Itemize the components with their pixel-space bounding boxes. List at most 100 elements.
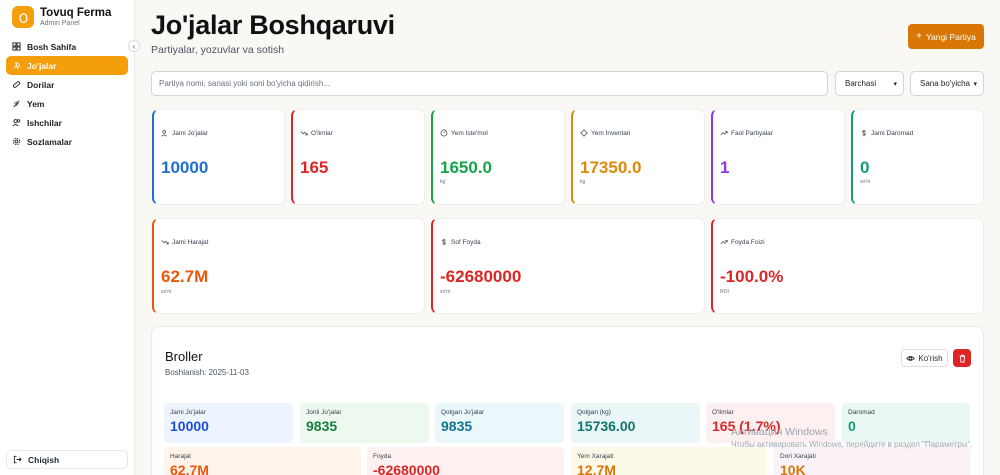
- batch-stat-tile: Dori Xarajati 10K: [774, 447, 970, 475]
- batch-stat-value: 12.7M: [577, 462, 616, 475]
- watermark-line-1: Активация Windows: [731, 426, 828, 438]
- stat-unit: so'm: [860, 179, 871, 185]
- stat-label: Jami Harajat: [172, 238, 209, 246]
- brand-title: Tovuq Ferma: [40, 6, 112, 19]
- page-title: Jo'jalar Boshqaruvi: [151, 10, 395, 40]
- batch-stat-value: 15736.00: [577, 418, 636, 434]
- trend-down-icon: [300, 131, 308, 136]
- trend-up-icon: [720, 131, 728, 136]
- stat-label-row: O'limlar: [300, 129, 333, 137]
- logout-button[interactable]: Chiqish: [6, 450, 128, 469]
- chevron-down-icon: ▾: [973, 80, 977, 88]
- pill-icon: [13, 81, 21, 88]
- batch-stat-value: 10K: [780, 462, 806, 475]
- batch-stat-tile: Yem Xarajati 12.7M: [571, 447, 767, 475]
- new-batch-label: Yangi Partiya: [925, 31, 976, 42]
- stat-unit: kg: [580, 179, 586, 185]
- stat-label: Jami Daromad: [871, 129, 914, 137]
- batch-stat-value: 62.7M: [170, 462, 209, 475]
- sidebar: Tovuq Ferma Admin Panel ‹ Bosh Sahifa Jo…: [0, 0, 140, 475]
- users-icon: [161, 129, 167, 137]
- sidebar-item-bosh-sahifa[interactable]: Bosh Sahifa: [6, 37, 128, 56]
- batch-stat-label: Daromad: [848, 409, 875, 416]
- eye-icon: [906, 355, 916, 361]
- sidebar-item-jojalar[interactable]: Jo'jalar: [6, 56, 128, 75]
- brand: Tovuq Ferma Admin Panel: [0, 2, 134, 32]
- plus-icon: +: [916, 31, 922, 42]
- sort-value: Sana bo'yicha: [920, 79, 971, 88]
- stat-value: 165: [300, 158, 329, 177]
- stat-card: Yem Iste'mol 1650.0 kg: [431, 109, 565, 205]
- stat-value: 1650.0: [440, 158, 492, 177]
- stat-unit: so'm: [440, 289, 451, 295]
- layout-grid-icon: [12, 42, 21, 51]
- stat-label-row: Yem Inventari: [580, 129, 631, 137]
- collapse-sidebar-button[interactable]: ‹: [128, 40, 140, 52]
- new-batch-button[interactable]: + Yangi Partiya: [908, 24, 984, 49]
- trash-icon: [959, 354, 965, 363]
- stat-label: Faol Partiyalar: [731, 129, 773, 137]
- sidebar-item-yem[interactable]: Yem: [6, 94, 128, 113]
- stat-value: 0: [860, 158, 870, 177]
- dollar-icon: [862, 129, 866, 137]
- sidebar-item-label: Yem: [27, 98, 45, 109]
- sort-select[interactable]: Sana bo'yicha ▾: [910, 71, 984, 96]
- search-input[interactable]: Partiya nomi, sanasi yoki soni bo'yicha …: [151, 71, 828, 96]
- stat-card: Foyda Foizi -100.0% ROI: [711, 218, 984, 314]
- stat-label: Sof Foyda: [451, 238, 481, 246]
- delete-button[interactable]: [953, 349, 971, 367]
- view-label: Ko'rish: [918, 353, 943, 363]
- logout-icon: [13, 455, 22, 464]
- stat-label: Foyda Foizi: [731, 238, 765, 246]
- stat-label-row: Jami Daromad: [860, 129, 913, 137]
- stat-value: 17350.0: [580, 158, 642, 177]
- diamond-icon: [580, 129, 588, 137]
- brand-subtitle: Admin Panel: [40, 19, 80, 27]
- batch-stat-tile: Foyda -62680000: [367, 447, 564, 475]
- stat-label: Yem Iste'mol: [451, 129, 488, 137]
- sidebar-item-label: Dorilar: [27, 79, 55, 90]
- status-filter-select[interactable]: Barchasi ▾: [835, 71, 904, 96]
- stat-label: Yem Inventari: [591, 129, 631, 137]
- sidebar-item-dorilar[interactable]: Dorilar: [6, 75, 128, 94]
- status-filter-value: Barchasi: [845, 79, 877, 88]
- stat-value: -100.0%: [720, 267, 784, 286]
- bird-icon: [13, 62, 20, 70]
- batch-stat-label: Qolgan Jo'jalar: [441, 409, 485, 416]
- stat-label-row: Faol Partiyalar: [720, 129, 773, 137]
- wheat-icon: [13, 100, 20, 108]
- stat-label-row: Jami Harajat: [161, 238, 208, 246]
- batch-stat-tile: Qolgan (kg) 15736.00: [571, 403, 700, 443]
- batch-stat-tile: Harajat 62.7M: [164, 447, 361, 475]
- trend-up-icon: [720, 240, 728, 245]
- stat-card: Jami Jo'jalar 10000: [152, 109, 285, 205]
- sidebar-item-label: Jo'jalar: [27, 60, 57, 71]
- scale-icon: [440, 129, 448, 137]
- stat-label-row: Yem Iste'mol: [440, 129, 488, 137]
- stat-card: Sof Foyda -62680000 so'm: [431, 218, 705, 314]
- stat-value: -62680000: [440, 267, 522, 286]
- users-icon: [12, 119, 21, 127]
- windows-activation-watermark: Активация Windows Чтобы активировать Win…: [731, 426, 973, 449]
- egg-logo-icon: [12, 6, 34, 28]
- stat-unit: kg: [440, 179, 446, 185]
- logout-label: Chiqish: [28, 454, 60, 465]
- sidebar-item-label: Ishchilar: [27, 117, 62, 128]
- stat-unit: so'm: [161, 289, 172, 295]
- stat-card: Faol Partiyalar 1: [711, 109, 845, 205]
- chevron-down-icon: ▾: [893, 80, 897, 88]
- stat-unit: ROI: [720, 289, 729, 295]
- batch-stat-label: Jami Jo'jalar: [170, 409, 206, 416]
- batch-stat-value: -62680000: [373, 462, 440, 475]
- batch-stat-label: Dori Xarajati: [780, 453, 816, 460]
- view-button[interactable]: Ko'rish: [901, 349, 948, 367]
- batch-stat-tile: Jonli Jo'jalar 9835: [300, 403, 429, 443]
- batch-stat-tile: Jami Jo'jalar 10000: [164, 403, 293, 443]
- batch-stat-label: Qolgan (kg): [577, 409, 611, 416]
- sidebar-item-sozlamalar[interactable]: Sozlamalar: [6, 132, 128, 151]
- sidebar-item-label: Sozlamalar: [27, 136, 72, 147]
- sidebar-item-ishchilar[interactable]: Ishchilar: [6, 113, 128, 132]
- stat-card: Jami Daromad 0 so'm: [851, 109, 984, 205]
- batch-stat-value: 9835: [306, 418, 338, 434]
- stat-label: O'limlar: [311, 129, 333, 137]
